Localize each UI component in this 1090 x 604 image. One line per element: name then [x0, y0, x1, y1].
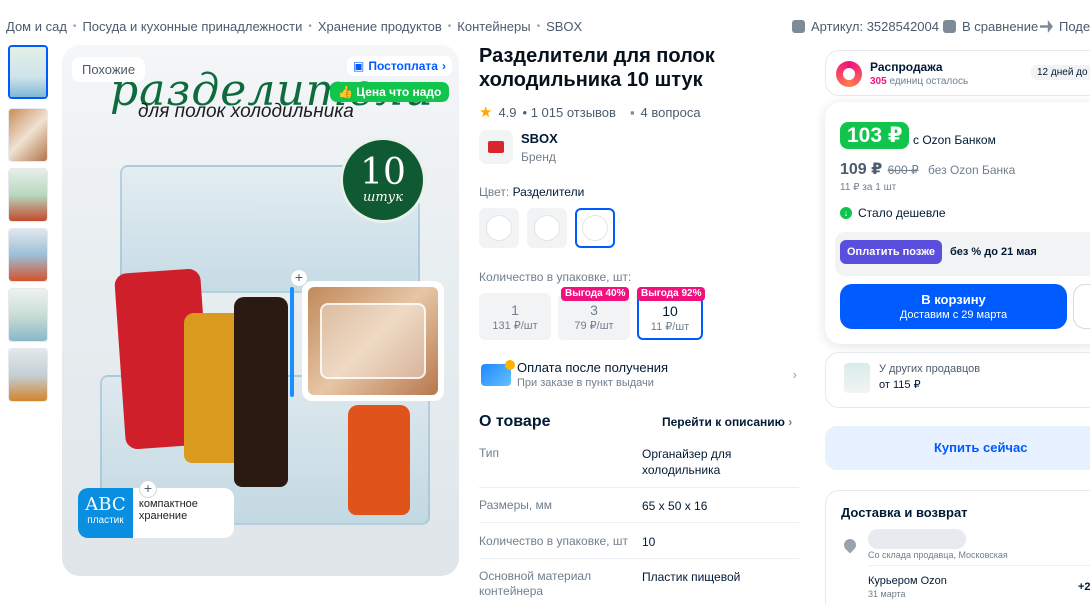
- buy-now-button[interactable]: Купить сейчас: [825, 426, 1090, 470]
- spec-row: Количество в упаковке, шт 10: [479, 531, 799, 559]
- detail-zoom-image: [302, 281, 444, 401]
- delivery-address[interactable]: [868, 529, 966, 549]
- seller-product-thumbnail: [844, 363, 870, 393]
- color-label: Цвет: Разделители: [479, 185, 585, 199]
- copy-icon: [792, 20, 805, 33]
- thumbs-up-icon: 👍: [338, 85, 353, 99]
- brand-label: Бренд: [521, 150, 556, 164]
- breadcrumb-item[interactable]: Дом и сад: [6, 19, 67, 34]
- zoom-indicator: [290, 287, 294, 397]
- thumbnail[interactable]: [8, 348, 48, 402]
- breadcrumb-item[interactable]: Посуда и кухонные принадлежности: [82, 19, 302, 34]
- image-subtitle: для полок холодильника: [138, 101, 354, 122]
- courier-option[interactable]: Курьером Ozon: [868, 575, 947, 587]
- thumbnail[interactable]: [8, 168, 48, 222]
- breadcrumb-separator: •: [536, 21, 541, 32]
- similar-button[interactable]: Похожие: [72, 57, 146, 82]
- plus-icon[interactable]: +: [139, 480, 157, 498]
- breadcrumb-item[interactable]: Контейнеры: [457, 19, 530, 34]
- pay-later: Оплатить позже без % до 21 мая: [840, 240, 1037, 264]
- location-pin-icon: [841, 536, 859, 554]
- sale-banner[interactable]: Распродажа 305 единиц осталось 12 дней д…: [825, 50, 1090, 96]
- compare-icon: [943, 20, 956, 33]
- unit-price: 11 ₽ за 1 шт: [840, 182, 897, 193]
- chevron-right-icon: ›: [788, 415, 793, 429]
- sale-logo-icon: [836, 61, 862, 87]
- truck-icon: ▣: [353, 59, 365, 73]
- breadcrumb: Дом и сад • Посуда и кухонные принадлежно…: [6, 19, 582, 34]
- good-price-chip[interactable]: 👍 Цена что надо: [330, 82, 450, 102]
- spec-row: Тип Органайзер для холодильника: [479, 444, 799, 488]
- price-drop: ↓ Стало дешевле: [840, 206, 946, 220]
- article-number[interactable]: Артикул: 3528542004: [792, 19, 939, 34]
- favorite-button[interactable]: [1073, 284, 1090, 329]
- old-price: 600 ₽: [887, 163, 919, 177]
- count-badge: 10 штук: [340, 137, 426, 223]
- color-option[interactable]: [479, 208, 519, 248]
- thumbnail[interactable]: [8, 228, 48, 282]
- rating-value: 4.9: [498, 104, 517, 120]
- product-main-image[interactable]: разделители для полок холодильника 10 шт…: [62, 45, 459, 576]
- discount-tag: Выгода 40%: [561, 287, 630, 301]
- add-to-cart-button[interactable]: В корзину Доставим с 29 марта: [840, 284, 1067, 329]
- card-icon: [481, 360, 515, 386]
- share-button[interactable]: Подел: [1040, 19, 1090, 34]
- questions-count[interactable]: 4 вопроса: [641, 105, 701, 120]
- material-badge: ABC пластик компактное хранение: [78, 488, 234, 538]
- ozon-bank-price: 103 ₽: [840, 122, 910, 149]
- product-title: Разделители для полок холодильника 10 шт…: [479, 45, 715, 91]
- quantity-option[interactable]: 1 131 ₽/шт: [479, 293, 551, 340]
- plus-icon[interactable]: +: [290, 269, 308, 287]
- pay-after-receipt[interactable]: Оплата после получения При заказе в пунк…: [479, 358, 797, 392]
- brand-logo[interactable]: [479, 130, 513, 164]
- sauce-bottle-illustration: [348, 405, 410, 515]
- brand-name[interactable]: SBOX: [521, 131, 558, 146]
- quantity-label: Количество в упаковке, шт:: [479, 270, 632, 284]
- compare-button[interactable]: В сравнение: [943, 19, 1038, 34]
- divider: [868, 565, 1090, 566]
- thumbnail[interactable]: [8, 288, 48, 342]
- reviews-count[interactable]: • 1 015 отзывов: [523, 105, 616, 120]
- about-heading: О товаре: [479, 413, 551, 430]
- color-option[interactable]: [527, 208, 567, 248]
- spec-row: Основной материал контейнера Пластик пищ…: [479, 569, 741, 598]
- breadcrumb-separator: •: [447, 21, 452, 32]
- color-option-selected[interactable]: [575, 208, 615, 248]
- rating-row[interactable]: ★ 4.9 • 1 015 отзывов ▪ 4 вопроса: [479, 103, 701, 121]
- questions-icon: ▪: [629, 104, 635, 120]
- other-sellers[interactable]: У других продавцов от 115 ₽ ›: [825, 352, 1090, 408]
- sauce-bottle-illustration: [234, 297, 288, 487]
- breadcrumb-separator: •: [308, 21, 312, 32]
- breadcrumb-separator: •: [72, 21, 77, 32]
- price-card: 103 ₽ с Ozon Банком 109 ₽ 600 ₽ без Ozon…: [825, 102, 1090, 344]
- delivery-section: Доставка и возврат Со склада продавца, М…: [825, 490, 1090, 604]
- chevron-right-icon: ›: [441, 59, 446, 73]
- discount-tag: Выгода 92%: [637, 287, 706, 301]
- thumbnail[interactable]: [8, 108, 48, 162]
- breadcrumb-item[interactable]: Хранение продуктов: [318, 19, 442, 34]
- regular-price: 109 ₽ 600 ₽ без Ozon Банка: [840, 161, 1016, 178]
- goto-description-link[interactable]: Перейти к описанию ›: [662, 415, 792, 429]
- thumbnail[interactable]: [8, 45, 48, 99]
- star-icon: ★: [479, 104, 493, 121]
- share-icon: [1040, 20, 1053, 33]
- spec-row: Размеры, мм 65 x 50 x 16: [479, 495, 799, 523]
- postpay-chip[interactable]: ▣ Постоплата ›: [347, 56, 452, 76]
- arrow-down-icon: ↓: [840, 207, 852, 219]
- chevron-right-icon: ›: [792, 367, 797, 382]
- pay-later-button[interactable]: Оплатить позже: [840, 240, 942, 264]
- breadcrumb-item[interactable]: SBOX: [546, 19, 582, 34]
